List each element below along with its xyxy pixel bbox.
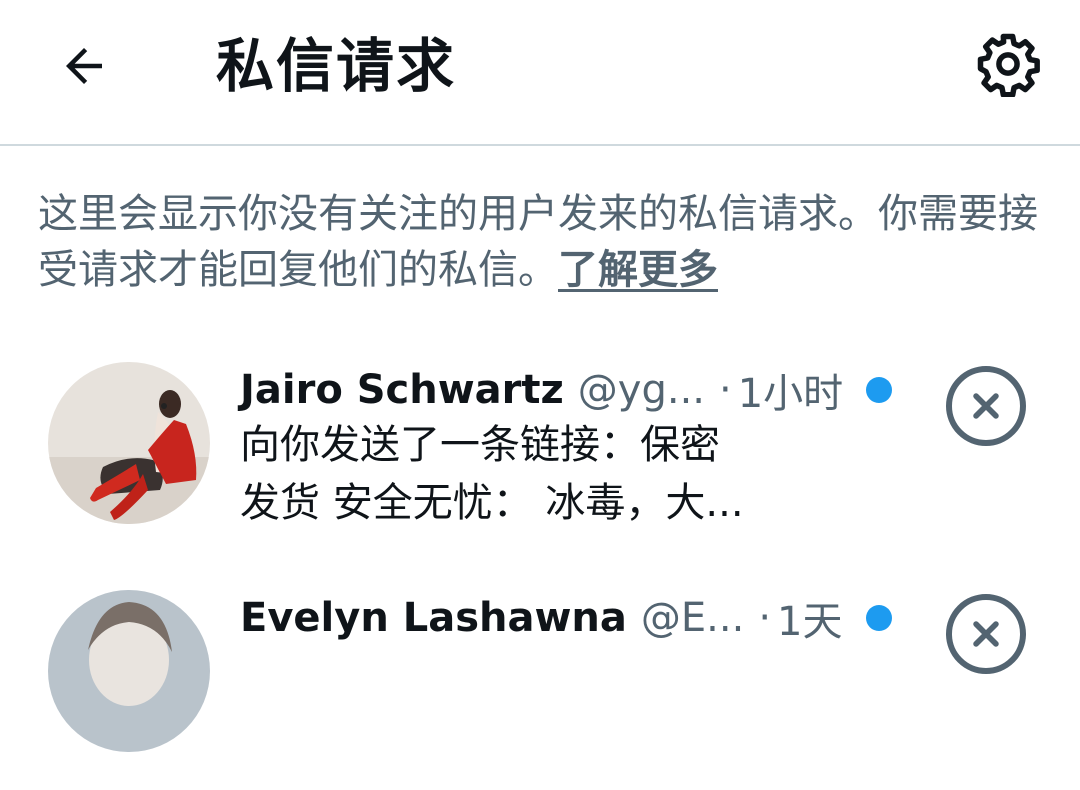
dismiss-button[interactable]: [946, 366, 1026, 446]
learn-more-link[interactable]: 了解更多: [558, 247, 718, 293]
back-button[interactable]: [52, 34, 116, 98]
preview-line-1: 向你发送了一条链接：保密: [240, 422, 720, 468]
top-bar: 私信请求: [0, 0, 1080, 146]
unread-dot: [866, 605, 892, 631]
dismiss-button[interactable]: [946, 594, 1026, 674]
info-description: 这里会显示你没有关注的用户发来的私信请求。你需要接受请求才能回复他们的私信。: [38, 191, 1038, 293]
avatar[interactable]: [48, 590, 210, 752]
separator: ·: [758, 595, 772, 641]
sender-handle: @yg...: [577, 367, 706, 413]
settings-button[interactable]: [972, 28, 1044, 100]
sender-name: Evelyn Lashawna: [240, 595, 627, 641]
arrow-left-icon: [66, 48, 102, 84]
request-header: Evelyn Lashawna @E... · 1天: [240, 590, 900, 646]
sender-name: Jairo Schwartz: [240, 367, 564, 413]
gear-icon: [977, 33, 1040, 97]
close-circle-icon: [973, 621, 999, 647]
timestamp: 1天: [777, 599, 843, 645]
timestamp: 1小时: [737, 371, 844, 417]
unread-dot: [866, 377, 892, 403]
sender-handle: @E...: [640, 595, 745, 641]
info-text: 这里会显示你没有关注的用户发来的私信请求。你需要接受请求才能回复他们的私信。了解…: [38, 186, 1048, 298]
message-preview: 向你发送了一条链接：保密 发货 安全无忧： 冰毒，大...: [240, 416, 800, 532]
request-item[interactable]: Evelyn Lashawna @E... · 1天: [0, 590, 1080, 790]
separator: ·: [719, 367, 732, 413]
preview-line-2: 发货 安全无忧： 冰毒，大...: [240, 480, 744, 526]
request-header: Jairo Schwartz @yg... · 1小时: [240, 362, 900, 418]
close-circle-icon: [973, 393, 999, 419]
avatar[interactable]: [48, 362, 210, 524]
page-title: 私信请求: [216, 32, 457, 100]
request-item[interactable]: Jairo Schwartz @yg... · 1小时 向你发送了一条链接：保密…: [0, 362, 1080, 562]
